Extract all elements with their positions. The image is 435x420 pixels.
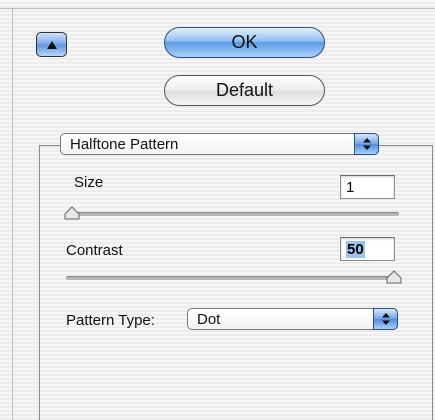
contrast-label: Contrast [66, 242, 123, 259]
size-slider-thumb-icon[interactable] [64, 206, 80, 220]
contrast-slider-track[interactable] [66, 276, 399, 280]
contrast-slider-thumb-icon[interactable] [386, 270, 402, 284]
ok-button[interactable]: OK [164, 27, 325, 58]
up-down-arrows-icon [373, 308, 398, 330]
up-down-arrows-icon [354, 133, 379, 155]
mode-popup[interactable]: Halftone Pattern [60, 133, 379, 155]
collapse-button[interactable] [36, 32, 67, 57]
left-divider [12, 9, 13, 420]
pattern-type-popup[interactable]: Dot [187, 308, 398, 330]
pattern-type-value: Dot [197, 311, 221, 328]
size-input-value: 1 [346, 179, 355, 196]
up-triangle-icon [46, 40, 57, 49]
mode-popup-value: Halftone Pattern [70, 136, 179, 153]
top-divider [0, 8, 435, 9]
pattern-type-label: Pattern Type: [66, 312, 155, 329]
ok-button-label: OK [231, 32, 258, 52]
contrast-input-value: 50 [346, 241, 365, 258]
size-input[interactable]: 1 [340, 175, 395, 199]
default-button-label: Default [215, 80, 274, 100]
default-button[interactable]: Default [164, 75, 325, 106]
contrast-input[interactable]: 50 [340, 237, 395, 261]
size-slider-track[interactable] [66, 212, 399, 216]
size-label: Size [74, 174, 104, 191]
